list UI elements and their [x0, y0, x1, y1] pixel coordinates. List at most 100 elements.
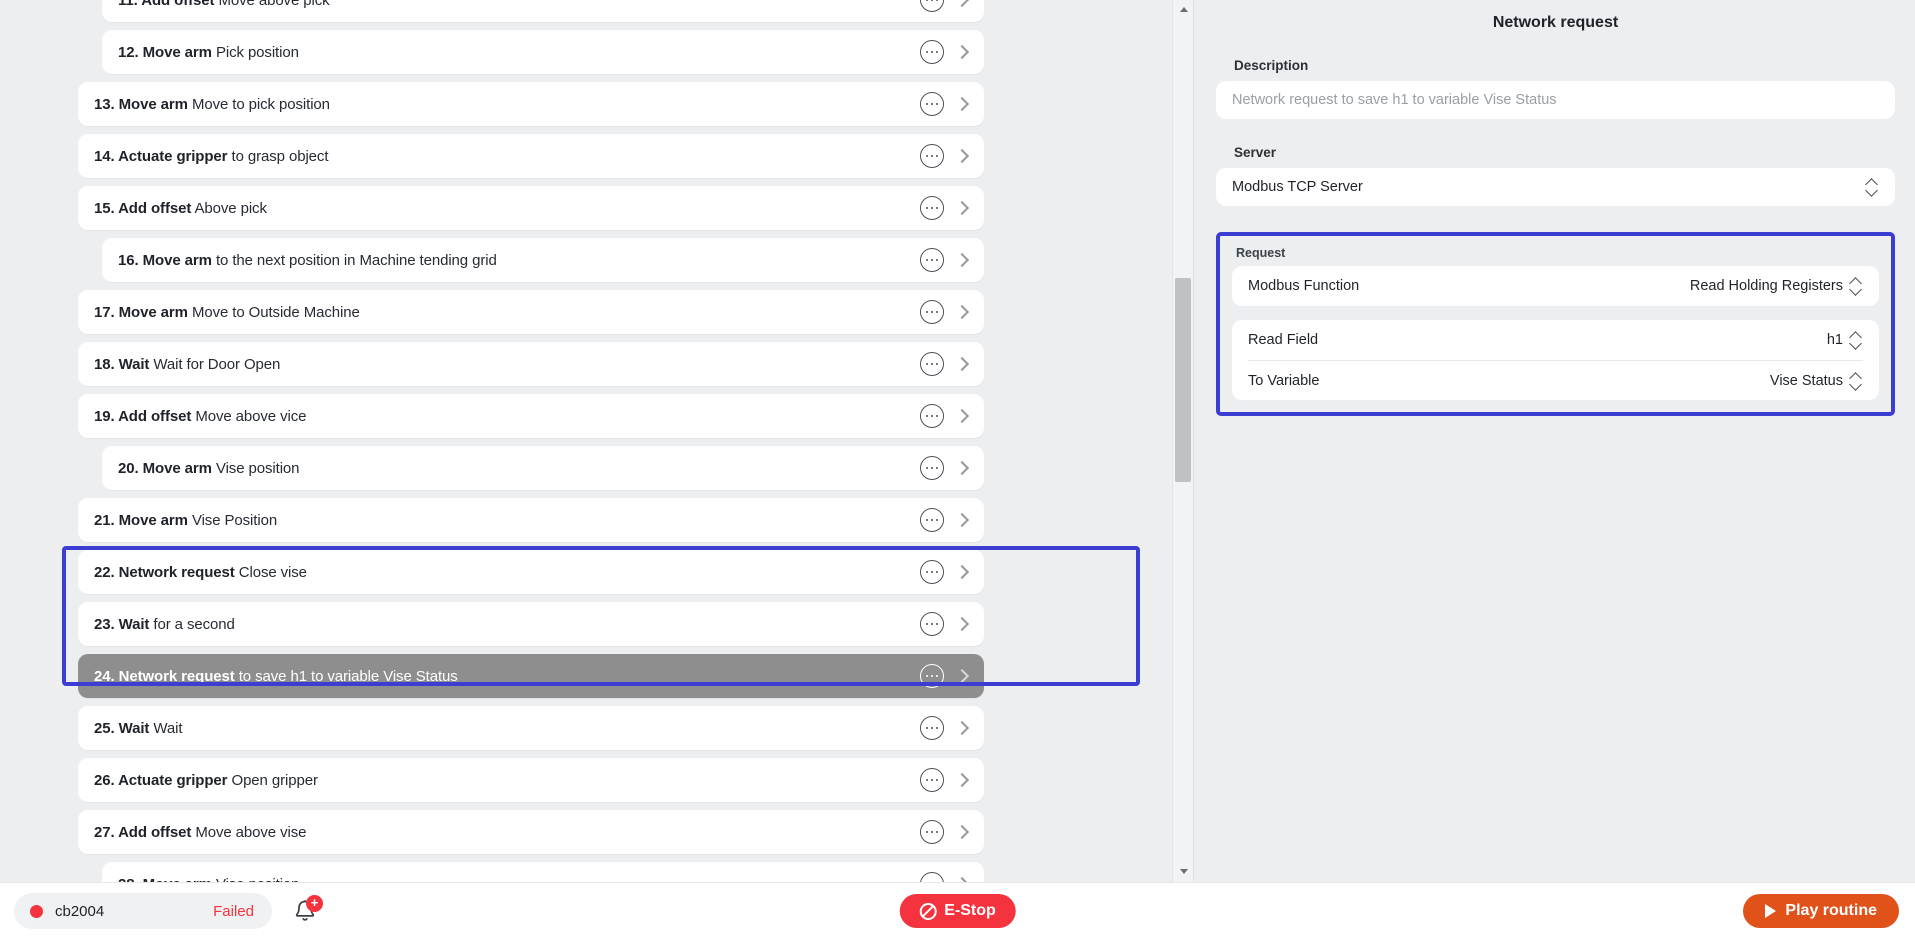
more-options-icon[interactable] [920, 300, 944, 324]
chevron-right-icon[interactable] [954, 200, 970, 216]
step-label: 19. Add offset Move above vice [78, 408, 306, 425]
step-row[interactable]: 11. Add offset Move above pick [102, 0, 984, 22]
more-options-icon[interactable] [920, 352, 944, 376]
step-row-actions [920, 758, 984, 802]
more-options-icon[interactable] [920, 508, 944, 532]
play-routine-button[interactable]: Play routine [1743, 894, 1899, 928]
scrollbar-thumb[interactable] [1175, 278, 1191, 482]
chevron-right-icon[interactable] [954, 148, 970, 164]
chevron-right-icon[interactable] [954, 824, 970, 840]
step-label: 15. Add offset Above pick [78, 200, 267, 217]
step-row[interactable]: 20. Move arm Vise position [102, 446, 984, 490]
chevron-right-icon[interactable] [954, 668, 970, 684]
chevron-right-icon[interactable] [954, 44, 970, 60]
scroll-up-arrow-icon[interactable] [1173, 2, 1195, 18]
step-description: Above pick [194, 199, 267, 217]
step-row[interactable]: 24. Network request to save h1 to variab… [78, 654, 984, 698]
step-row[interactable]: 19. Add offset Move above vice [78, 394, 984, 438]
chevron-right-icon[interactable] [954, 304, 970, 320]
to-variable-value: Vise Status [1769, 372, 1843, 389]
scroll-down-arrow-icon[interactable] [1173, 864, 1195, 880]
step-row[interactable]: 13. Move arm Move to pick position [78, 82, 984, 126]
step-row[interactable]: 26. Actuate gripper Open gripper [78, 758, 984, 802]
modbus-function-value-group[interactable]: Read Holding Registers [1690, 277, 1863, 295]
chevron-right-icon[interactable] [954, 720, 970, 736]
more-options-icon[interactable] [920, 0, 944, 12]
step-row-actions [920, 82, 984, 126]
chevron-right-icon[interactable] [954, 616, 970, 632]
chevron-updown-icon [1865, 178, 1879, 196]
more-options-icon[interactable] [920, 768, 944, 792]
modbus-function-key: Modbus Function [1248, 278, 1360, 294]
chevron-right-icon[interactable] [954, 408, 970, 424]
step-list-scrollbar[interactable] [1172, 0, 1194, 882]
notification-bell-icon[interactable]: + [292, 895, 323, 925]
step-description: Vise position [215, 459, 300, 477]
step-row[interactable]: 28. Move arm Vise position [102, 862, 984, 882]
server-selected-value: Modbus TCP Server [1232, 179, 1363, 195]
step-description: to grasp object [231, 147, 329, 165]
step-row[interactable]: 15. Add offset Above pick [78, 186, 984, 230]
chevron-right-icon[interactable] [954, 252, 970, 268]
read-field-value-group[interactable]: h1 [1827, 331, 1863, 349]
step-row[interactable]: 14. Actuate gripper to grasp object [78, 134, 984, 178]
step-row[interactable]: 23. Wait for a second [78, 602, 984, 646]
step-row[interactable]: 18. Wait Wait for Door Open [78, 342, 984, 386]
chevron-right-icon[interactable] [954, 564, 970, 580]
step-description: Vise Position [191, 511, 278, 529]
robot-state: Failed [213, 902, 254, 920]
more-options-icon[interactable] [920, 404, 944, 428]
step-row[interactable]: 25. Wait Wait [78, 706, 984, 750]
step-row[interactable]: 17. Move arm Move to Outside Machine [78, 290, 984, 334]
more-options-icon[interactable] [920, 144, 944, 168]
more-options-icon[interactable] [920, 196, 944, 220]
more-options-icon[interactable] [920, 664, 944, 688]
step-action: 22. Network request [94, 563, 235, 581]
chevron-right-icon[interactable] [954, 512, 970, 528]
chevron-right-icon[interactable] [954, 356, 970, 372]
chevron-right-icon[interactable] [954, 772, 970, 788]
read-field-row[interactable]: Read Field h1 [1248, 320, 1863, 360]
more-options-icon[interactable] [920, 872, 944, 882]
step-action: 18. Wait [94, 355, 150, 373]
more-options-icon[interactable] [920, 560, 944, 584]
more-options-icon[interactable] [920, 248, 944, 272]
request-group-label: Request [1236, 246, 1286, 260]
chevron-right-icon[interactable] [954, 0, 970, 8]
step-action: 12. Move arm [118, 43, 212, 61]
step-description: to the next position in Machine tending … [215, 251, 497, 269]
step-label: 27. Add offset Move above vise [78, 824, 306, 841]
to-variable-row[interactable]: To Variable Vise Status [1248, 360, 1863, 400]
chevron-right-icon[interactable] [954, 460, 970, 476]
to-variable-value-group[interactable]: Vise Status [1770, 372, 1863, 390]
step-label: 12. Move arm Pick position [102, 44, 299, 61]
more-options-icon[interactable] [920, 40, 944, 64]
step-row[interactable]: 12. Move arm Pick position [102, 30, 984, 74]
emergency-stop-button[interactable]: E-Stop [899, 894, 1016, 928]
more-options-icon[interactable] [920, 612, 944, 636]
step-label: 26. Actuate gripper Open gripper [78, 772, 318, 789]
step-action: 26. Actuate gripper [94, 771, 228, 789]
modbus-function-row[interactable]: Modbus Function Read Holding Registers [1248, 266, 1863, 306]
robot-status-chip[interactable]: cb2004 Failed [14, 893, 272, 929]
more-options-icon[interactable] [920, 92, 944, 116]
more-options-icon[interactable] [920, 820, 944, 844]
step-row-actions [920, 706, 984, 750]
chevron-right-icon[interactable] [954, 96, 970, 112]
step-row[interactable]: 22. Network request Close vise [78, 550, 984, 594]
step-row-actions [920, 30, 984, 74]
server-label: Server [1234, 145, 1277, 160]
step-row[interactable]: 21. Move arm Vise Position [78, 498, 984, 542]
step-row[interactable]: 27. Add offset Move above vise [78, 810, 984, 854]
robot-status-dot-icon [30, 904, 43, 918]
step-row-actions [920, 550, 984, 594]
more-options-icon[interactable] [920, 456, 944, 480]
step-row[interactable]: 16. Move arm to the next position in Mac… [102, 238, 984, 282]
app-root: 11. Add offset Move above pick 12. Move a… [0, 0, 1915, 939]
description-input[interactable]: Network request to save h1 to variable V… [1216, 81, 1895, 119]
more-options-icon[interactable] [920, 716, 944, 740]
step-description: Wait for Door Open [153, 355, 281, 373]
step-action: 20. Move arm [118, 459, 212, 477]
chevron-updown-icon [1849, 277, 1863, 295]
server-select[interactable]: Modbus TCP Server [1216, 168, 1895, 206]
